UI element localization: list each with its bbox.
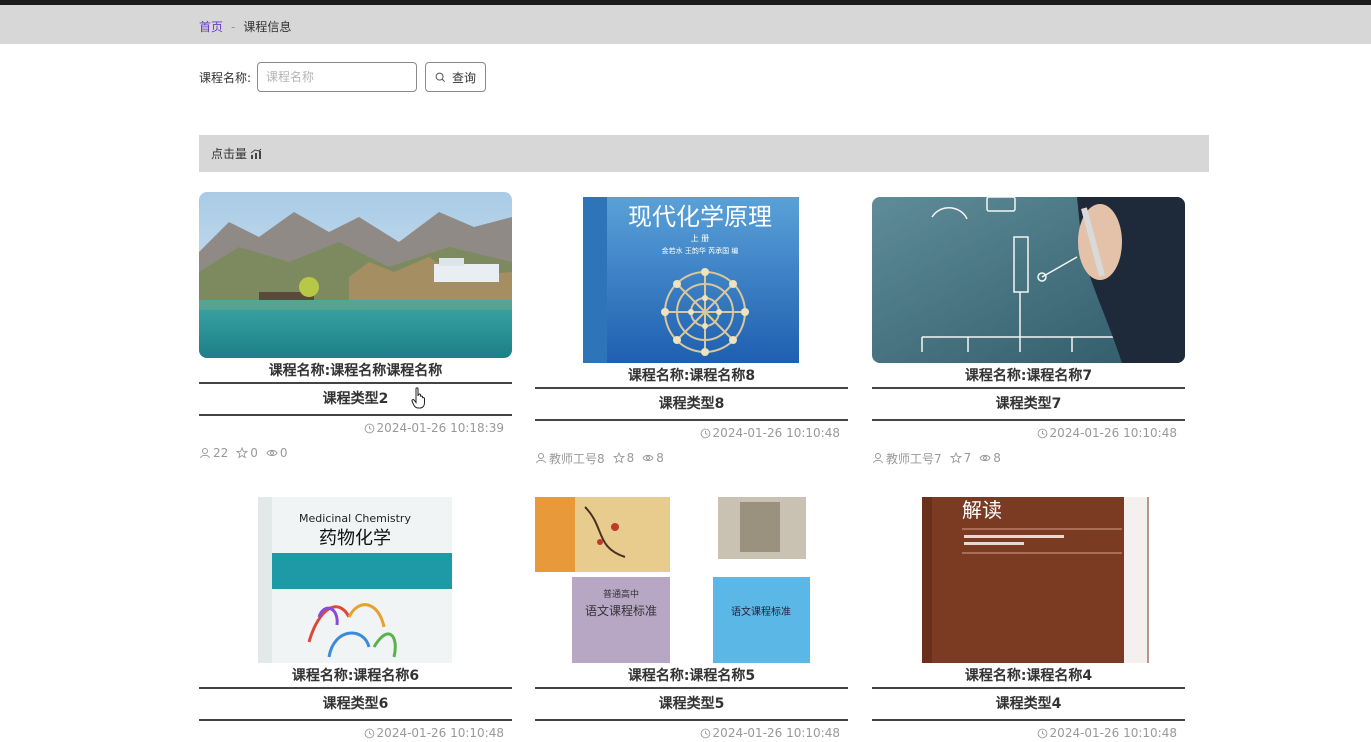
favorite-value: 7 [963,451,972,465]
course-card[interactable]: 普通高中 语文课程标准 语文课程标准 课程名称:课程名称5 课程类型5 2024… [535,497,848,742]
course-type: 课程类型2 [199,384,512,416]
chem-cover-title: 现代化学原理 [628,203,772,231]
course-time: 2024-01-26 10:10:48 [535,721,848,742]
course-image[interactable]: 解读 [872,497,1185,663]
course-image[interactable]: Medicinal Chemistry 药物化学 [199,497,512,663]
view-stat: 8 [979,451,1001,465]
course-time-text: 2024-01-26 10:18:39 [376,421,504,435]
course-type: 课程类型4 [872,689,1185,721]
course-type: 课程类型5 [535,689,848,721]
star-icon [949,452,962,464]
sort-bar: 点击量 [199,135,1209,172]
search-row: 课程名称: 查询 [199,62,487,92]
user-icon [873,453,883,464]
course-type: 课程类型8 [535,389,848,421]
curr-cover-title3: 语文课程标准 [731,605,791,618]
sort-chart-icon [250,148,262,159]
course-image[interactable] [872,197,1185,363]
clock-icon [700,428,710,438]
search-icon [435,72,446,82]
star-icon [612,452,625,464]
clock-icon [1037,428,1047,438]
author-stat: 教师工号7 [872,450,942,467]
course-title[interactable]: 课程名称:课程名称7 [872,363,1185,389]
course-time-text: 2024-01-26 10:10:48 [712,726,840,740]
course-type: 课程类型7 [872,389,1185,421]
chem-cover-sub: 上 册 [691,234,710,243]
course-card[interactable]: 课程名称:课程名称课程名称 课程类型2 2024-01-26 10:18:39 … [199,192,512,462]
clock-icon [700,728,710,738]
course-stats: 教师工号7 7 8 [872,449,1185,467]
course-time-text: 2024-01-26 10:10:48 [1049,426,1177,440]
search-button[interactable]: 查询 [425,62,487,92]
interp-cover-title: 解读 [962,498,1002,522]
course-card[interactable]: 解读 课程名称:课程名称4 课程类型4 2024-01-26 10:10:48 [872,497,1185,742]
sort-label: 点击量 [211,147,248,161]
search-button-label: 查询 [452,70,477,85]
favorite-stat[interactable]: 0 [236,446,258,460]
hand-pointer-cursor-icon [411,387,425,409]
search-label: 课程名称: [199,70,252,85]
course-card[interactable]: Medicinal Chemistry 药物化学 课程名称:课程名称6 课程类型… [199,497,512,742]
view-stat: 8 [642,451,664,465]
course-time: 2024-01-26 10:10:48 [872,721,1185,742]
clock-icon [364,423,374,433]
course-stats: 教师工号8 8 8 [535,449,848,467]
user-icon [200,448,210,459]
sort-by-clicks[interactable]: 点击量 [211,145,262,162]
course-card[interactable]: 现代化学原理 上 册 金若水 王韵华 芮承国 编 课程名称:课程名称8 课程类型… [535,197,848,467]
star-icon [236,447,249,459]
author-stat: 教师工号8 [535,450,605,467]
med-cover-en: Medicinal Chemistry [299,512,411,525]
course-time: 2024-01-26 10:10:48 [872,421,1185,445]
view-value: 8 [993,451,1001,465]
course-time: 2024-01-26 10:18:39 [199,416,512,440]
course-image[interactable]: 普通高中 语文课程标准 语文课程标准 [535,497,848,663]
eye-icon [266,449,278,457]
favorite-stat[interactable]: 8 [612,451,635,465]
breadcrumb-home-link[interactable]: 首页 [199,20,223,34]
med-cover-cn: 药物化学 [319,528,391,549]
course-stats: 22 0 0 [199,444,512,462]
breadcrumb: 首页 - 课程信息 [199,18,291,35]
author-value: 教师工号7 [886,451,942,466]
course-image[interactable]: 现代化学原理 上 册 金若水 王韵华 芮承国 编 [535,197,848,363]
view-value: 0 [279,446,288,460]
course-title[interactable]: 课程名称:课程名称6 [199,663,512,689]
course-image[interactable] [199,192,512,358]
course-type: 课程类型6 [199,689,512,721]
course-title[interactable]: 课程名称:课程名称课程名称 [199,358,512,384]
chem-cover-authors: 金若水 王韵华 芮承国 编 [662,246,739,255]
course-time-text: 2024-01-26 10:10:48 [376,726,504,740]
breadcrumb-separator: - [231,20,236,34]
favorite-value: 0 [250,446,258,460]
course-time-text: 2024-01-26 10:10:48 [712,426,840,440]
course-title[interactable]: 课程名称:课程名称8 [535,363,848,389]
breadcrumb-current: 课程信息 [243,20,292,34]
clock-icon [1037,728,1047,738]
favorite-stat[interactable]: 7 [949,451,972,465]
course-name-search-input[interactable] [257,62,418,92]
favorite-value: 8 [626,451,635,465]
view-stat: 0 [266,446,288,460]
course-time: 2024-01-26 10:10:48 [199,721,512,742]
course-card[interactable]: 课程名称:课程名称7 课程类型7 2024-01-26 10:10:48 教师工… [872,197,1185,467]
course-title[interactable]: 课程名称:课程名称4 [872,663,1185,689]
author-value: 教师工号8 [549,451,605,466]
course-title[interactable]: 课程名称:课程名称5 [535,663,848,689]
breadcrumb-bar: 首页 - 课程信息 [0,5,1371,44]
clock-icon [364,728,374,738]
curr-cover-title1: 普通高中 [603,588,639,600]
course-time: 2024-01-26 10:10:48 [535,421,848,445]
course-time-text: 2024-01-26 10:10:48 [1049,726,1177,740]
author-stat: 22 [199,446,228,460]
eye-icon [642,454,654,462]
curr-cover-title2: 语文课程标准 [585,603,657,618]
view-value: 8 [656,451,664,465]
author-value: 22 [213,446,229,460]
eye-icon [979,454,991,462]
user-icon [536,453,546,464]
